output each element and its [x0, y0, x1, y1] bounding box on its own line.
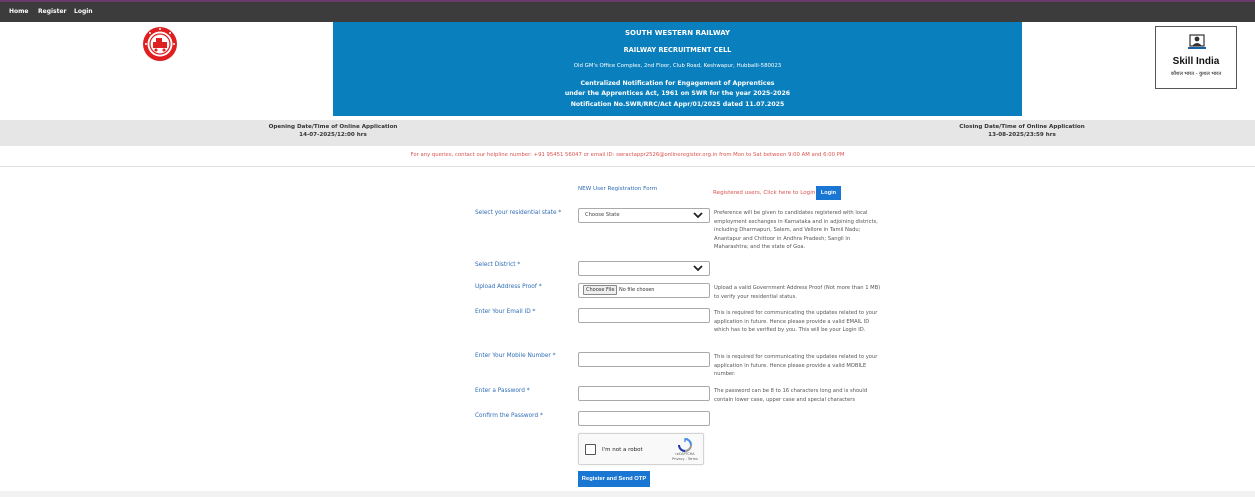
email-label: Enter Your Email ID *: [475, 309, 536, 315]
application-dates-bar: Opening Date/Time of Online Application …: [0, 120, 1255, 146]
state-label: Select your residential state *: [475, 210, 562, 216]
skill-india-subtext: कौशल भारत - कुशल भारत: [1170, 71, 1222, 77]
password-hint: The password can be 8 to 16 characters l…: [714, 388, 868, 403]
helpline-notice: For any queries, contact our helpline nu…: [410, 152, 845, 158]
notice-line-3: Notification No.SWR/RRC/Act Appr/01/2025…: [570, 101, 785, 108]
chevron-down-icon: [693, 212, 703, 219]
recaptcha-links[interactable]: Privacy - Terms: [665, 457, 705, 462]
chevron-down-icon: [693, 265, 703, 272]
opening-date-block: Opening Date/Time of Online Application …: [233, 123, 433, 139]
closing-date-value: 13-08-2025/23:59 hrs: [988, 132, 1056, 138]
confirm-password-field[interactable]: [578, 411, 710, 426]
nav-login-link[interactable]: Login: [74, 8, 93, 15]
address-proof-hint: Upload a valid Government Address Proof …: [714, 285, 881, 300]
address-proof-file-input[interactable]: Choose File No file chosen: [578, 283, 710, 298]
district-label: Select District *: [475, 262, 521, 268]
recaptcha-brand: reCAPTCHA Privacy - Terms: [665, 452, 705, 461]
nav-home-link[interactable]: Home: [9, 8, 28, 15]
confirm-password-label: Confirm the Password *: [475, 413, 543, 419]
header-banner: SOUTH WESTERN RAILWAY RAILWAY RECRUITMEN…: [333, 22, 1022, 116]
state-hint: Preference will be given to candidates r…: [714, 210, 878, 250]
address-proof-label: Upload Address Proof *: [475, 284, 542, 290]
form-title: NEW User Registration Form: [578, 186, 658, 192]
state-select-value: Choose State: [585, 212, 620, 218]
password-field[interactable]: [578, 386, 710, 401]
opening-date-value: 14-07-2025/12:00 hrs: [299, 132, 367, 138]
office-address: Old GM's Office Complex, 2nd Floor, Club…: [573, 63, 782, 69]
email-field[interactable]: [578, 308, 710, 323]
registered-users-text: Registered users, Click here to Login: [713, 190, 816, 196]
mobile-hint: This is required for communicating the u…: [714, 354, 878, 377]
section-divider: [0, 166, 1255, 167]
cell-name: RAILWAY RECRUITMENT CELL: [623, 46, 732, 54]
recaptcha-label: I'm not a robot: [602, 447, 643, 453]
mobile-label: Enter Your Mobile Number *: [475, 353, 556, 359]
nav-register-link[interactable]: Register: [38, 8, 67, 15]
notice-line-2: under the Apprentices Act, 1961 on SWR f…: [564, 90, 791, 97]
recaptcha-widget: I'm not a robot reCAPTCHA Privacy - Term…: [578, 433, 704, 465]
closing-date-label: Closing Date/Time of Online Application: [959, 124, 1085, 130]
opening-date-label: Opening Date/Time of Online Application: [268, 124, 398, 130]
recaptcha-logo-icon: [678, 438, 692, 452]
skill-india-text: Skill India: [1172, 56, 1220, 67]
mobile-field[interactable]: [578, 352, 710, 367]
file-status-text: No file chosen: [619, 287, 655, 293]
org-name: SOUTH WESTERN RAILWAY: [624, 29, 731, 37]
closing-date-block: Closing Date/Time of Online Application …: [922, 123, 1122, 139]
skill-india-logo: Skill India कौशल भारत - कुशल भारत: [1155, 26, 1237, 89]
top-navbar: Home Register Login: [0, 0, 1255, 22]
email-hint: This is required for communicating the u…: [714, 310, 878, 333]
recaptcha-checkbox[interactable]: [585, 444, 596, 455]
choose-file-button[interactable]: Choose File: [583, 285, 618, 295]
railway-emblem-icon: [143, 27, 177, 61]
skill-india-emblem-icon: [1188, 34, 1206, 49]
state-select[interactable]: Choose State: [578, 208, 710, 223]
login-button[interactable]: Login: [816, 186, 841, 200]
railway-logo: [141, 26, 179, 62]
footer-band: [0, 491, 1255, 497]
register-send-otp-button[interactable]: Register and Send OTP: [578, 471, 650, 487]
password-label: Enter a Password *: [475, 388, 530, 394]
district-select[interactable]: [578, 261, 710, 276]
notice-line-1: Centralized Notification for Engagement …: [580, 80, 775, 87]
